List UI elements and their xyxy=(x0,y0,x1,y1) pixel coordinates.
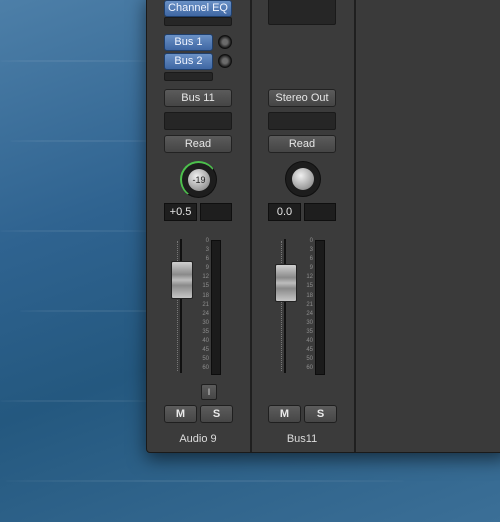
solo-button[interactable]: S xyxy=(200,405,233,423)
meter-scale-label: 12 xyxy=(306,274,313,281)
meter-scale-label: 21 xyxy=(306,301,313,308)
peak-level-display xyxy=(304,203,336,221)
meter-scale-label: 21 xyxy=(202,301,209,308)
meter-scale-label: 6 xyxy=(205,256,209,263)
output-button[interactable]: Bus 11 xyxy=(164,89,232,107)
meter-scale-label: 35 xyxy=(306,328,313,335)
meter-scale-label: 9 xyxy=(205,265,209,272)
meter-scale-label: 3 xyxy=(309,247,313,254)
meter-scale-label: 60 xyxy=(306,365,313,372)
meter-scale: 0 3 6 9 12 15 18 21 24 30 35 40 45 50 60 xyxy=(197,238,209,374)
send-level-knob-2[interactable] xyxy=(218,54,232,68)
empty-mixer-area xyxy=(357,0,500,452)
group-slot[interactable] xyxy=(268,112,336,130)
volume-fader-track[interactable] xyxy=(180,239,182,373)
meter-scale-label: 35 xyxy=(202,328,209,335)
insert-slot-channel-eq[interactable]: Channel EQ xyxy=(164,0,232,17)
meter-scale-label: 45 xyxy=(202,347,209,354)
meter-scale-label: 45 xyxy=(306,347,313,354)
automation-mode-button[interactable]: Read xyxy=(164,135,232,153)
meter-scale-label: 12 xyxy=(202,274,209,281)
solo-button[interactable]: S xyxy=(304,405,337,423)
pan-knob[interactable]: -19 xyxy=(180,161,217,198)
send-level-knob-1[interactable] xyxy=(218,35,232,49)
insert-slot-empty[interactable] xyxy=(268,0,336,25)
mute-button[interactable]: M xyxy=(164,405,197,423)
level-meter xyxy=(315,240,325,375)
track-name[interactable]: Audio 9 xyxy=(157,433,239,445)
meter-scale-label: 0 xyxy=(309,238,313,244)
volume-value[interactable]: +0.5 xyxy=(164,203,197,221)
meter-scale-label: 40 xyxy=(306,338,313,345)
meter-scale-label: 9 xyxy=(309,265,313,272)
insert-slot-empty[interactable] xyxy=(164,17,232,26)
meter-scale-label: 18 xyxy=(306,292,313,299)
volume-fader-track[interactable] xyxy=(284,239,286,373)
mute-button[interactable]: M xyxy=(268,405,301,423)
send-slot-bus-2[interactable]: Bus 2 xyxy=(164,53,213,70)
send-slot-bus-1[interactable]: Bus 1 xyxy=(164,34,213,51)
meter-scale-label: 15 xyxy=(306,283,313,290)
input-monitoring-button[interactable]: I xyxy=(201,384,217,400)
pan-knob[interactable] xyxy=(285,161,321,197)
meter-scale-label: 24 xyxy=(306,310,313,317)
track-name[interactable]: Bus11 xyxy=(261,433,343,445)
group-slot[interactable] xyxy=(164,112,232,130)
meter-scale-label: 60 xyxy=(202,365,209,372)
level-meter xyxy=(211,240,221,375)
meter-scale-label: 50 xyxy=(306,356,313,363)
meter-scale-label: 0 xyxy=(205,238,209,244)
strip-divider xyxy=(250,0,252,452)
meter-scale-label: 30 xyxy=(202,319,209,326)
volume-fader-handle[interactable] xyxy=(171,261,193,299)
meter-scale: 0 3 6 9 12 15 18 21 24 30 35 40 45 50 60 xyxy=(301,238,313,374)
meter-scale-label: 50 xyxy=(202,356,209,363)
send-slot-empty[interactable] xyxy=(164,72,213,81)
volume-fader-handle[interactable] xyxy=(275,264,297,302)
strip-divider xyxy=(354,0,356,452)
meter-scale-label: 18 xyxy=(202,292,209,299)
meter-scale-label: 3 xyxy=(205,247,209,254)
meter-scale-label: 6 xyxy=(309,256,313,263)
volume-value[interactable]: 0.0 xyxy=(268,203,301,221)
output-button[interactable]: Stereo Out xyxy=(268,89,336,107)
meter-scale-label: 24 xyxy=(202,310,209,317)
meter-scale-label: 40 xyxy=(202,338,209,345)
automation-mode-button[interactable]: Read xyxy=(268,135,336,153)
pan-value: -19 xyxy=(188,169,210,191)
mixer-window: Channel EQ Bus 1 Bus 2 Bus 11 Read -19 +… xyxy=(146,0,500,453)
meter-scale-label: 30 xyxy=(306,319,313,326)
pan-knob-cap xyxy=(292,168,314,190)
meter-scale-label: 15 xyxy=(202,283,209,290)
peak-level-display xyxy=(200,203,232,221)
